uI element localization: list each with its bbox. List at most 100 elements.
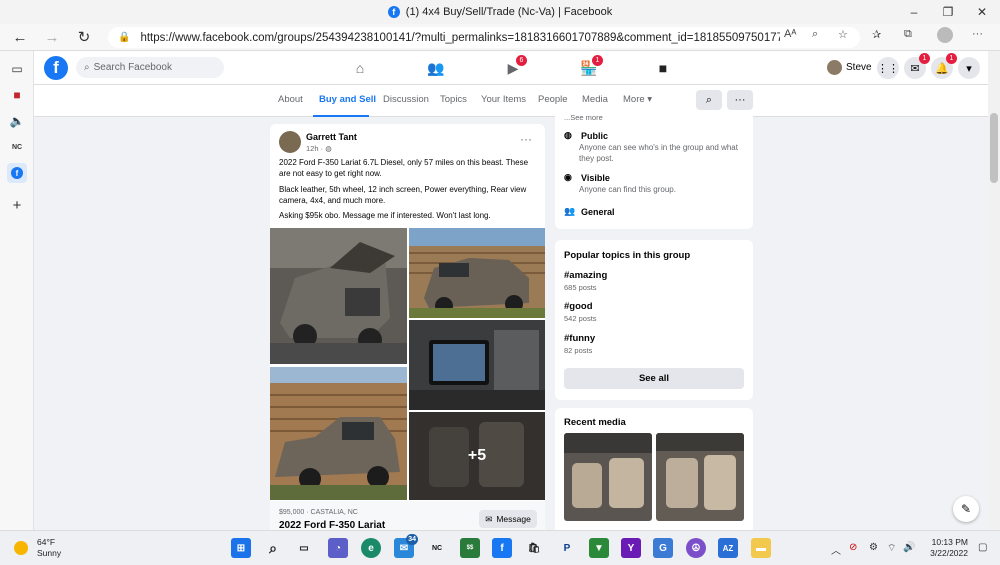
az-app-icon[interactable]: AZ [718,538,738,558]
download-icon[interactable]: ▼ [589,538,609,558]
clock[interactable]: 10:13 PM 3/22/2022 [920,537,968,559]
folder-icon[interactable]: ▬ [751,538,771,558]
listing-title[interactable]: 2022 Ford F-350 Lariat [279,520,385,530]
zoom-icon[interactable]: ⌕ [812,28,818,41]
paypal-icon[interactable]: P [557,538,577,558]
weather-temp: 64°F [37,537,56,547]
read-aloud-icon[interactable]: Aᴬ [784,28,796,40]
wifi-icon[interactable]: ⌔ [887,542,896,555]
google-icon[interactable]: G [653,538,673,558]
post-options-icon[interactable]: ··· [520,132,532,146]
tab-topics[interactable]: Topics [440,94,467,105]
post-author[interactable]: Garrett Tant [306,132,357,142]
marketplace-icon[interactable]: 🏪 1 [579,55,603,77]
see-more-link[interactable]: ...See more [564,113,603,122]
weather-widget[interactable]: 64°F Sunny [14,537,61,559]
spreadsheet-icon[interactable]: $$ [460,538,480,558]
messenger-icon[interactable]: ✉ 1 [904,53,930,79]
scrollbar-thumb[interactable] [990,113,998,183]
search-input[interactable]: ⌕ Search Facebook [76,57,224,78]
add-icon[interactable]: + [7,195,27,215]
search-placeholder: Search Facebook [93,62,172,73]
avatar[interactable] [279,131,301,153]
home-icon[interactable]: ⌂ [350,59,370,77]
mail-icon[interactable]: ✉ 34 [394,534,418,558]
volume-icon[interactable]: 🔊 [903,542,915,553]
groups-icon[interactable]: 👥 [426,59,446,77]
visible-label: Visible [581,172,610,183]
post-time[interactable]: 12h · [306,144,325,153]
public-label: Public [581,130,609,141]
sun-icon [14,541,28,555]
topic-amazing[interactable]: #amazing [564,270,607,281]
facebook-sidebar-icon[interactable]: f [7,163,27,183]
teams-chat-icon[interactable]: ◔ [328,538,348,558]
back-arrow-icon[interactable]: ← [8,26,32,48]
photo-truck-interior-more[interactable]: +5 [409,412,545,500]
task-view-icon[interactable]: ▭ [294,538,314,558]
store-icon[interactable]: 🛍 [524,538,544,558]
shopping-icon[interactable]: ■ [7,85,27,105]
menu-grid-icon[interactable]: ⋮⋮ [877,57,899,79]
facebook-page: f ⌕ Search Facebook ⌂ 👥 ▶ 6 🏪 1 ■ Steve ⋮⋮… [34,51,988,530]
marketplace-listing[interactable]: $95,000 · CASTALIA, NC 2022 Ford F-350 L… [270,501,545,530]
tab-more[interactable]: More ▾ [623,94,652,105]
browser-title-bar: f (1) 4x4 Buy/Sell/Trade (Nc-Va) | Faceb… [0,0,1000,24]
edge-icon[interactable]: e [361,538,381,558]
public-description: Anyone can see who's in the group and wh… [579,143,738,163]
account-dropdown-icon[interactable]: ▾ [958,57,980,79]
see-all-button[interactable]: See all [564,368,744,389]
photo-truck-hood-open[interactable] [270,228,407,364]
yahoo-icon[interactable]: Y [621,538,641,558]
facebook-logo-icon[interactable]: f [44,56,68,80]
profile-shortcut[interactable]: Steve [827,60,872,75]
facebook-icon[interactable]: f [492,538,512,558]
start-icon[interactable]: ⊞ [231,538,251,558]
close-button[interactable]: ✕ [965,0,999,24]
new-message-icon[interactable]: ✎ [953,496,979,522]
nc-app-icon[interactable]: NC [7,137,27,157]
topic-funny[interactable]: #funny [564,333,595,344]
chevron-up-icon[interactable]: ︿ [831,542,841,557]
page-scrollbar[interactable] [988,51,1000,530]
eye-icon: ◉ [564,172,572,182]
more-options-icon[interactable]: ··· [972,28,983,40]
maximize-button[interactable]: ❐ [931,0,965,24]
notification-center-icon[interactable]: ▢ [978,542,987,553]
photo-truck-dashboard-screen[interactable] [409,320,545,410]
watch-icon[interactable]: ▶ 6 [503,55,527,77]
recent-media-photo[interactable] [564,433,652,521]
topic-good[interactable]: #good [564,301,593,312]
photo-truck-front-cabin[interactable] [409,228,545,318]
tab-about[interactable]: About [278,94,303,105]
notifications-icon[interactable]: 🔔 1 [931,53,957,79]
favorites-icon[interactable]: ✰ [872,28,881,41]
gaming-icon[interactable]: ■ [653,59,673,77]
forward-arrow-icon[interactable]: → [40,26,64,48]
speaker-icon[interactable]: 🔈 [7,111,27,131]
minimize-button[interactable]: – [897,0,931,24]
peace-icon[interactable]: ☮ [686,538,706,558]
search-icon[interactable]: ⌕ [263,538,283,558]
profile-avatar-icon[interactable] [937,27,953,43]
tabs-icon[interactable]: ▭ [7,59,27,79]
recent-media-photo[interactable] [656,433,744,521]
url-field[interactable]: 🔒 https://www.facebook.com/groups/254394… [108,27,860,48]
group-search-icon[interactable]: ⌕ [696,90,722,110]
refresh-icon[interactable]: ↻ [72,26,96,48]
settings-icon[interactable]: ⚙ [869,542,878,553]
collections-icon[interactable]: ⧉ [904,28,912,41]
tab-media[interactable]: Media [582,94,608,105]
add-favorite-icon[interactable]: ☆ [838,28,848,41]
photo-truck-side-cabin[interactable] [270,367,407,500]
tab-buy-and-sell[interactable]: Buy and Sell [319,94,376,105]
security-icon[interactable]: ⊘ [849,542,857,553]
tab-discussion[interactable]: Discussion [383,94,429,105]
message-button[interactable]: ✉ Message [479,510,537,528]
tab-people[interactable]: People [538,94,568,105]
tab-your-items[interactable]: Your Items [481,94,526,105]
lock-icon: 🔒 [118,32,131,43]
nc-app-icon[interactable]: NC [427,538,447,558]
windows-taskbar: 64°F Sunny ⊞ ⌕ ▭ ◔ e ✉ 34 NC $$ f 🛍 P ▼ Y… [0,530,1000,565]
group-more-icon[interactable]: ··· [727,90,753,110]
